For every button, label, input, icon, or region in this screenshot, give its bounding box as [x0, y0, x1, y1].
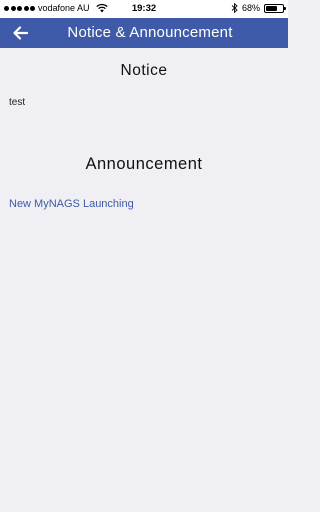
battery-percent: 68%	[241, 3, 260, 13]
status-right: 68%	[231, 3, 286, 13]
notice-heading: Notice	[120, 62, 168, 79]
app-bar: Notice & Announcement	[0, 18, 288, 48]
page-title: Notice & Announcement	[67, 24, 233, 41]
battery-icon	[264, 3, 286, 13]
bluetooth-icon	[231, 3, 238, 13]
status-bar: vodafone AU 19:32 68%	[0, 0, 288, 18]
notice-item: test	[9, 97, 26, 108]
announcement-heading: Announcement	[85, 155, 203, 173]
announcement-link[interactable]: New MyNAGS Launching	[9, 198, 134, 210]
